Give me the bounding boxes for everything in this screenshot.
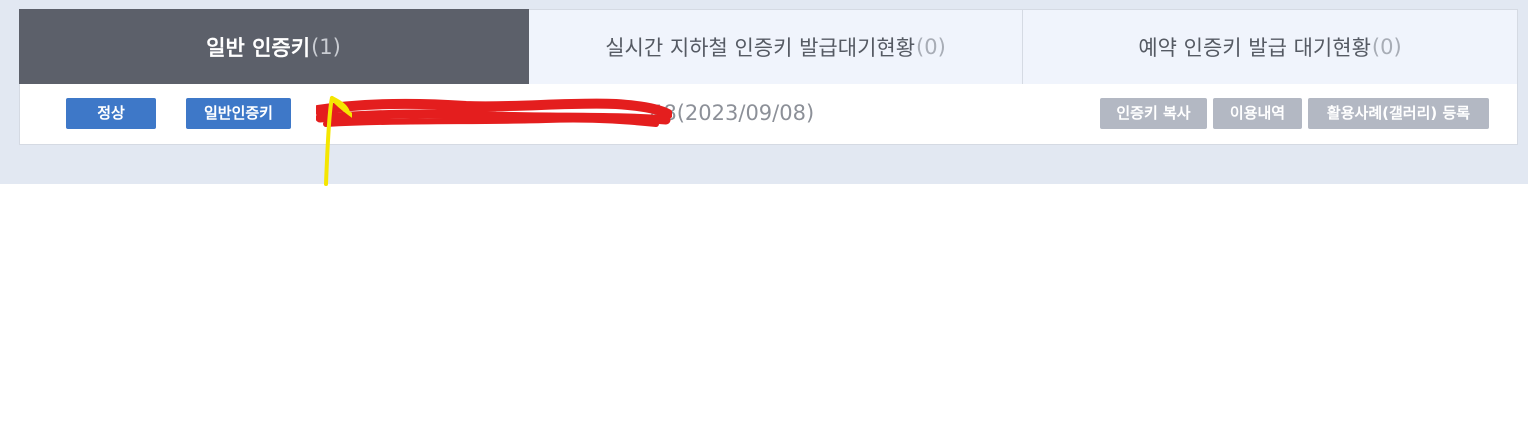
tab-general-key[interactable]: 일반 인증키 (1) [19, 9, 529, 84]
tab-subway-pending-label: 실시간 지하철 인증키 발급대기현황 [605, 36, 916, 60]
tab-general-key-count: (1) [311, 35, 341, 59]
tab-reserved-pending-count: (0) [1371, 35, 1402, 59]
copy-key-button[interactable]: 인증키 복사 [1100, 98, 1207, 129]
register-gallery-button[interactable]: 활용사례(갤러리) 등록 [1308, 98, 1489, 129]
key-tabs: 일반 인증키 (1) 실시간 지하철 인증키 발급대기현황 (0) 예약 인증키… [19, 9, 1518, 85]
annotation-arrow-mark [324, 96, 352, 186]
status-badge: 정상 [66, 98, 156, 129]
key-list-row: 정상 일반인증키 48(2023/09/08) 인증키 복사 이용내역 활용사례… [19, 84, 1518, 145]
tab-subway-pending-count: (0) [916, 35, 946, 59]
redaction-scribble [316, 98, 672, 127]
tab-subway-pending[interactable]: 실시간 지하철 인증키 발급대기현황 (0) [529, 9, 1023, 84]
issued-date: (2023/09/08) [676, 101, 815, 125]
tab-reserved-pending-label: 예약 인증키 발급 대기현황 [1138, 36, 1371, 60]
key-type-badge: 일반인증키 [186, 98, 291, 129]
tab-general-key-label: 일반 인증키 [206, 36, 311, 60]
usage-history-button[interactable]: 이용내역 [1213, 98, 1302, 129]
tab-reserved-pending[interactable]: 예약 인증키 발급 대기현황 (0) [1023, 9, 1518, 84]
